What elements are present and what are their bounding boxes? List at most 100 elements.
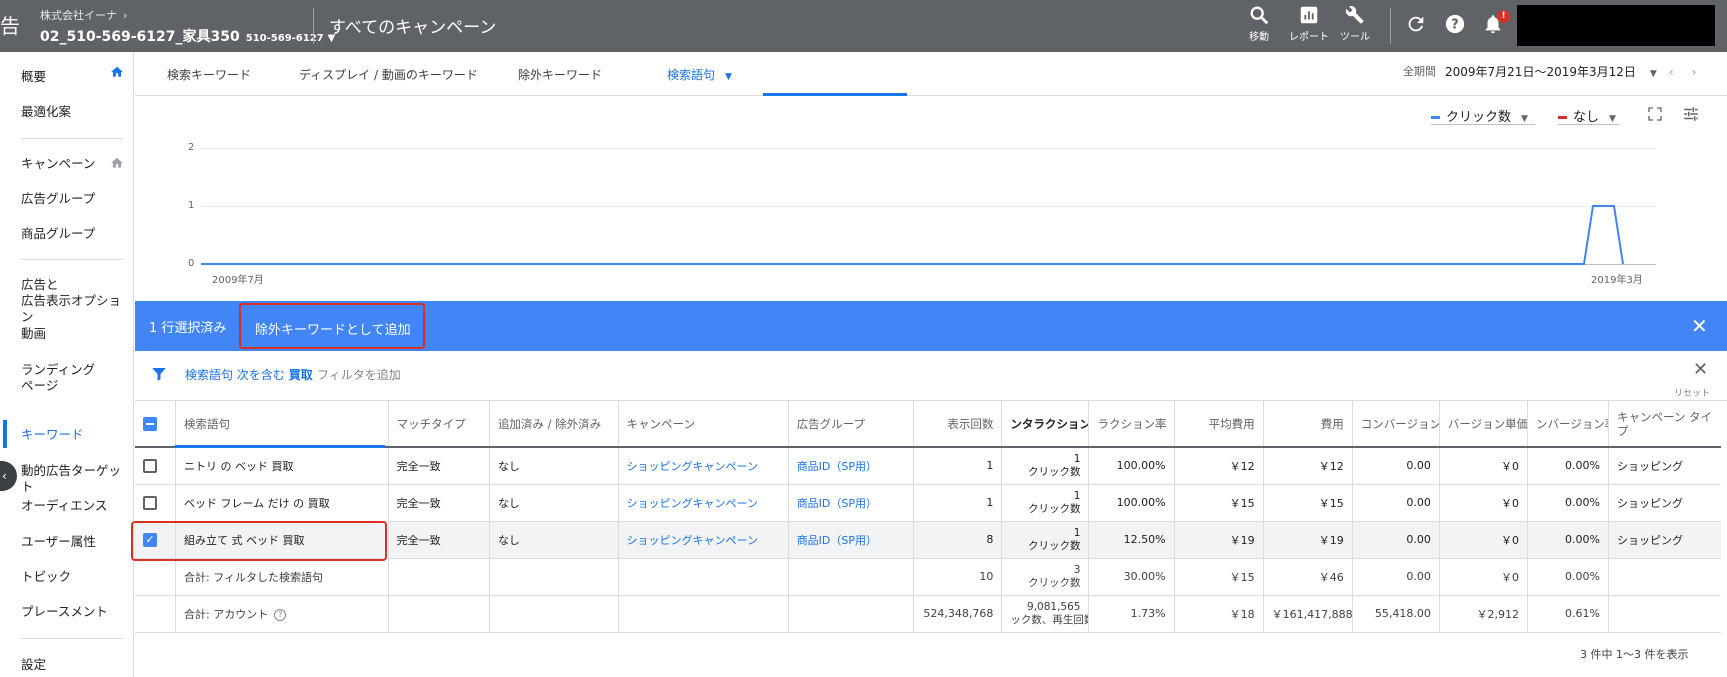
tab-search-keywords[interactable]: 検索キーワード (167, 66, 251, 83)
campaign-link[interactable]: ショッピングキャンペーン (617, 521, 789, 559)
conversions-cell: 0.00 (1351, 521, 1440, 559)
search-term-cell: ニトリ の ベッド 買取 (175, 447, 389, 485)
sidebar-item-video[interactable]: 動画 (21, 326, 46, 342)
sidebar-item-demographics[interactable]: ユーザー属性 (21, 534, 96, 550)
column-header-campaign[interactable]: キャンペーン (617, 401, 789, 448)
column-header-search-term[interactable]: 検索語句 (175, 401, 389, 448)
caret-down-icon: ▼ (1521, 114, 1528, 124)
sidebar-item-ads-extensions[interactable]: 広告と 広告表示オプション (21, 277, 133, 325)
filter-bar: 検索語句 次を含む 買取 フィルタを追加 ✕ リセット (135, 351, 1727, 401)
sidebar-item-topics[interactable]: トピック (21, 569, 71, 585)
company-name: 株式会社イーナ (40, 9, 117, 22)
sidebar: 概要 最適化案 キャンペーン 広告グループ 商品グループ 広告と 広告表示オプショ… (0, 52, 134, 677)
selection-bar: 1 行選択済み 除外キーワードとして追加 ✕ (135, 301, 1727, 351)
sidebar-item-ad-groups[interactable]: 広告グループ (21, 191, 95, 207)
top-bar: 告 株式会社イーナ › 02_510-569-6127_家具350 510-569-… (0, 0, 1727, 52)
cost-per-conversion-cell: ￥0 (1438, 447, 1528, 485)
fullscreen-icon[interactable] (1647, 106, 1663, 122)
conversion-rate-cell: 0.00% (1526, 484, 1609, 522)
search-button[interactable]: 移動 (1234, 4, 1284, 43)
divider (1390, 8, 1391, 44)
column-header-impressions[interactable]: 表示回数 (913, 401, 1002, 448)
avg-cost-cell: ￥18 (1173, 595, 1264, 633)
add-as-negative-keyword-button[interactable]: 除外キーワードとして追加 (239, 303, 425, 349)
column-header-conversion-rate[interactable]: ンバージョン率 (1526, 401, 1609, 448)
cost-per-conversion-cell: ￥0 (1438, 521, 1528, 559)
search-terms-table: 検索語句 マッチタイプ 追加済み / 除外済み キャンペーン 広告グループ 表示… (135, 401, 1721, 633)
help-icon[interactable]: ? (274, 608, 287, 621)
ad-group-link[interactable]: 商品ID（SP用） (787, 484, 914, 522)
close-icon[interactable]: ✕ (1691, 314, 1708, 338)
ad-group-link[interactable]: 商品ID（SP用） (787, 521, 914, 559)
table-header-row: 検索語句 マッチタイプ 追加済み / 除外済み キャンペーン 広告グループ 表示… (135, 401, 1721, 448)
sidebar-item-audiences[interactable]: オーディエンス (21, 498, 107, 514)
sidebar-item-keywords[interactable]: キーワード (21, 427, 84, 443)
reports-button[interactable]: レポート (1284, 4, 1334, 43)
tab-search-terms[interactable]: 検索語句 ▼ (667, 66, 732, 83)
interactions-cell: 1 クリック数 (1001, 521, 1089, 559)
column-header-campaign-type[interactable]: キャンペーン タイプ (1607, 401, 1721, 448)
y-tick-label: 2 (188, 142, 195, 153)
tab-display-video-keywords[interactable]: ディスプレイ / 動画のキーワード (299, 66, 478, 83)
interactions-cell: 3 クリック数 (1001, 558, 1089, 596)
column-header-avg-cost[interactable]: 平均費用 (1173, 401, 1264, 448)
metric-selector-2[interactable]: なし ▼ (1558, 106, 1616, 125)
impressions-cell: 524,348,768 (913, 595, 1002, 633)
impressions-cell: 8 (913, 521, 1002, 559)
filter-icon[interactable] (150, 365, 168, 383)
avg-cost-cell: ￥12 (1173, 447, 1264, 485)
chevron-left-icon[interactable]: ‹ (1669, 65, 1674, 79)
tune-icon[interactable] (1682, 105, 1700, 123)
x-tick-label: 2019年3月 (1591, 275, 1643, 286)
match-type-cell: 完全一致 (387, 484, 490, 522)
row-checkbox[interactable] (135, 447, 176, 485)
sidebar-item-product-groups[interactable]: 商品グループ (21, 226, 95, 242)
column-header-cost-per-conversion[interactable]: バージョン単価 (1438, 401, 1528, 448)
ad-group-link[interactable]: 商品ID（SP用） (787, 447, 914, 485)
sidebar-item-settings[interactable]: 設定 (21, 657, 46, 673)
match-type-cell: 完全一致 (387, 447, 490, 485)
column-header-ad-group[interactable]: 広告グループ (787, 401, 914, 448)
campaign-type-cell: ショッピング (1607, 521, 1721, 559)
table-row[interactable]: ニトリ の ベッド 買取 完全一致 なし ショッピングキャンペーン 商品ID（S… (135, 447, 1721, 485)
row-checkbox[interactable] (135, 484, 176, 522)
column-header-added-excluded[interactable]: 追加済み / 除外済み (488, 401, 619, 448)
close-icon[interactable]: ✕ (1693, 359, 1708, 380)
sidebar-item-landing-pages[interactable]: ランディング ページ (21, 362, 95, 394)
conversion-rate-cell: 0.00% (1526, 447, 1609, 485)
select-all-checkbox[interactable] (135, 401, 176, 448)
cost-cell: ￥46 (1262, 558, 1353, 596)
sidebar-item-optimization[interactable]: 最適化案 (21, 104, 71, 120)
account-switcher[interactable]: 株式会社イーナ › 02_510-569-6127_家具350 510-569-61… (40, 7, 335, 46)
chevron-right-icon[interactable]: › (1692, 65, 1697, 79)
column-header-match-type[interactable]: マッチタイプ (387, 401, 490, 448)
tab-negative-keywords[interactable]: 除外キーワード (518, 66, 602, 83)
caret-down-icon: ▼ (1649, 69, 1657, 79)
filter-chip[interactable]: 検索語句 次を含む 買取 (185, 366, 313, 383)
sidebar-item-placements[interactable]: プレースメント (21, 604, 108, 620)
checkbox-icon (143, 495, 157, 510)
table-row[interactable]: ベッド フレーム だけ の 買取 完全一致 なし ショッピングキャンペーン 商品… (135, 484, 1721, 522)
add-filter-button[interactable]: フィルタを追加 (317, 366, 401, 383)
column-header-cost[interactable]: 費用 (1262, 401, 1353, 448)
sidebar-item-overview[interactable]: 概要 (21, 69, 46, 85)
tools-button[interactable]: ツール (1330, 4, 1380, 43)
sidebar-item-campaigns[interactable]: キャンペーン (21, 156, 95, 172)
refresh-icon[interactable] (1405, 13, 1427, 35)
column-header-conversions[interactable]: コンバージョン (1351, 401, 1440, 448)
cost-per-conversion-cell: ￥0 (1438, 484, 1528, 522)
column-header-interaction-rate[interactable]: ラクション率 (1088, 401, 1175, 448)
total-row: 合計: フィルタした検索語句 10 3 クリック数 30.00% ￥15 ￥46 … (135, 558, 1721, 596)
metric-selector-1[interactable]: クリック数 ▼ (1431, 106, 1528, 125)
conversion-rate-cell: 0.61% (1526, 595, 1609, 633)
sidebar-item-dynamic-targets[interactable]: 動的広告ターゲット (21, 463, 133, 495)
date-range-picker[interactable]: 2009年7月21日～2019年3月12日 ▼ ‹ › (1445, 63, 1696, 80)
home-icon (111, 66, 123, 77)
conversion-rate-cell: 0.00% (1526, 521, 1609, 559)
campaign-link[interactable]: ショッピングキャンペーン (617, 484, 789, 522)
home-icon (111, 157, 123, 168)
avg-cost-cell: ￥15 (1173, 484, 1264, 522)
help-icon[interactable]: ? (1444, 13, 1466, 35)
campaign-link[interactable]: ショッピングキャンペーン (617, 447, 789, 485)
column-header-interactions[interactable]: ンタラクション (1001, 401, 1089, 448)
